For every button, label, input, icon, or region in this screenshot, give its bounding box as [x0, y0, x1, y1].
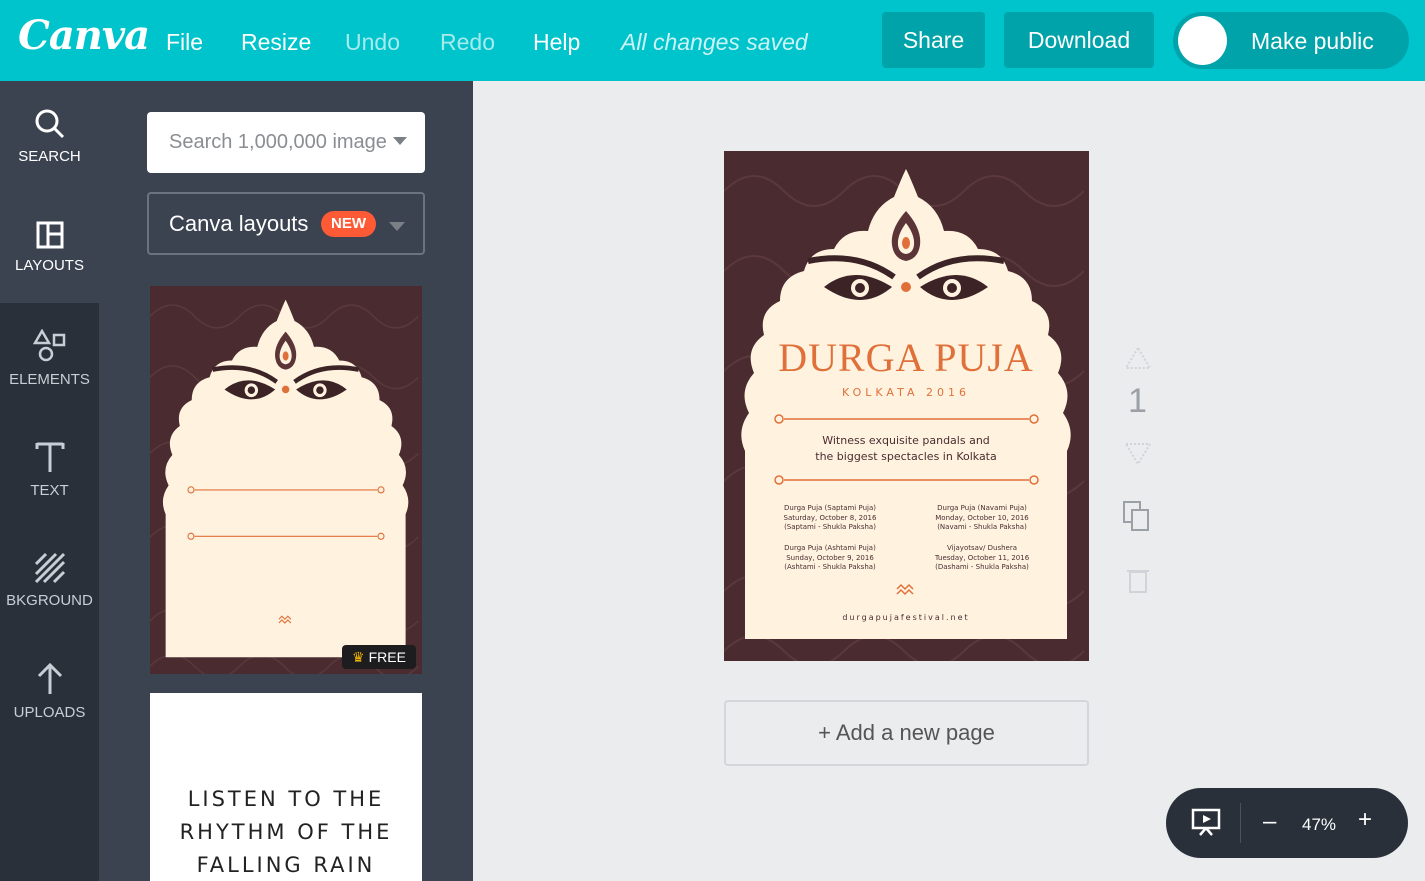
event-line: Monday, October 10, 2016	[935, 514, 1029, 522]
save-status: All changes saved	[621, 29, 808, 55]
new-badge: NEW	[321, 211, 376, 237]
layout-thumbnail-durga-puja[interactable]	[150, 286, 422, 674]
upload-arrow-icon	[37, 662, 62, 694]
make-public-label: Make public	[1251, 28, 1374, 54]
duplicate-page-icon[interactable]	[1123, 501, 1149, 531]
search-icon	[35, 109, 64, 139]
make-public-toggle[interactable]: Make public	[1173, 12, 1409, 69]
free-badge-label: FREE	[368, 649, 406, 665]
poster-tagline[interactable]: the biggest spectacles in Kolkata	[815, 450, 997, 463]
delete-page-icon[interactable]	[1127, 570, 1149, 593]
present-icon[interactable]	[1190, 806, 1222, 838]
event-line: (Saptami - Shukla Paksha)	[784, 523, 876, 531]
canva-logo[interactable]: Canva	[18, 12, 150, 59]
rail-layouts-label: LAYOUTS	[15, 257, 84, 274]
zoom-level[interactable]: 47%	[1302, 815, 1336, 835]
toggle-knob	[1178, 16, 1227, 65]
download-button[interactable]: Download	[1004, 12, 1154, 68]
event-line: Saturday, October 8, 2016	[784, 514, 877, 522]
move-up-icon[interactable]	[1124, 346, 1152, 369]
zoom-in-button[interactable]: +	[1358, 806, 1372, 834]
design-page[interactable]: DURGA PUJA KOLKATA 2016 Witness exquisit…	[724, 151, 1089, 661]
event-line: Vijayotsav/ Dushera	[947, 544, 1017, 552]
poster-tagline[interactable]: Witness exquisite pandals and	[822, 434, 990, 447]
layout-thumbnail-rain[interactable]: LISTEN TO THE RHYTHM OF THE FALLING RAIN	[150, 693, 422, 881]
image-search-input[interactable]	[147, 112, 387, 173]
event-line: Durga Puja (Saptami Puja)	[784, 504, 876, 512]
redo-button[interactable]: Redo	[440, 29, 495, 56]
chevron-down-icon	[389, 222, 405, 231]
text-icon	[35, 442, 64, 472]
add-page-button[interactable]: + Add a new page	[724, 700, 1089, 766]
rail-search[interactable]: SEARCH	[0, 81, 99, 192]
rail-text[interactable]: TEXT	[0, 414, 99, 525]
event-line: Durga Puja (Navami Puja)	[937, 504, 1027, 512]
zoom-control: – 47% +	[1166, 788, 1408, 858]
layouts-icon	[36, 221, 63, 249]
rail-uploads-label: UPLOADS	[13, 704, 86, 721]
poster-website[interactable]: durgapujafestival.net	[842, 613, 969, 622]
background-icon	[34, 552, 65, 584]
free-badge: ♛ FREE	[342, 645, 416, 669]
rail-elements[interactable]: ELEMENTS	[0, 303, 99, 414]
layout-select-label: Canva layouts	[169, 211, 309, 236]
undo-button[interactable]: Undo	[345, 29, 400, 56]
layout-category-select[interactable]: Canva layouts NEW	[147, 192, 425, 255]
side-rail: SEARCH LAYOUTS ELEMENTS TEXT BKGROUND UP…	[0, 81, 99, 881]
rail-search-label: SEARCH	[18, 148, 81, 165]
elements-icon	[32, 329, 65, 362]
thumb2-line: LISTEN TO THE	[187, 787, 385, 811]
zoom-out-button[interactable]: –	[1263, 808, 1276, 836]
thumb2-line: FALLING RAIN	[196, 853, 376, 877]
thumb2-text: LISTEN TO THE RHYTHM OF THE FALLING RAIN	[150, 783, 422, 881]
page-number: 1	[1128, 382, 1147, 420]
top-bar: Canva File Resize Undo Redo Help All cha…	[0, 0, 1425, 81]
rail-layouts[interactable]: LAYOUTS	[0, 192, 99, 303]
zoom-divider	[1240, 803, 1241, 843]
layouts-panel: Canva layouts NEW ♛ FREE LISTEN TO THE R…	[99, 81, 473, 881]
move-down-icon[interactable]	[1124, 443, 1152, 466]
crown-icon: ♛	[352, 648, 365, 665]
poster-subtitle[interactable]: KOLKATA 2016	[842, 386, 970, 399]
image-search-box[interactable]	[147, 112, 425, 173]
page-tools	[1123, 346, 1152, 593]
share-button[interactable]: Share	[882, 12, 985, 68]
rail-text-label: TEXT	[30, 482, 69, 499]
rail-background[interactable]: BKGROUND	[0, 525, 99, 636]
rail-background-label: BKGROUND	[6, 592, 93, 609]
event-line: (Navami - Shukla Paksha)	[937, 523, 1027, 531]
rail-elements-label: ELEMENTS	[9, 371, 90, 388]
event-line: (Ashtami - Shukla Paksha)	[784, 563, 876, 571]
chevron-down-icon[interactable]	[393, 137, 407, 145]
event-line: Tuesday, October 11, 2016	[934, 554, 1030, 562]
help-menu[interactable]: Help	[533, 29, 580, 56]
rail-uploads[interactable]: UPLOADS	[0, 636, 99, 747]
event-line: (Dashami - Shukla Paksha)	[935, 563, 1029, 571]
resize-button[interactable]: Resize	[241, 29, 311, 56]
poster-title[interactable]: DURGA PUJA	[778, 335, 1034, 380]
file-menu[interactable]: File	[166, 29, 203, 56]
event-line: Durga Puja (Ashtami Puja)	[784, 544, 876, 552]
thumb2-line: RHYTHM OF THE	[179, 820, 393, 844]
event-line: Sunday, October 9, 2016	[786, 554, 874, 562]
